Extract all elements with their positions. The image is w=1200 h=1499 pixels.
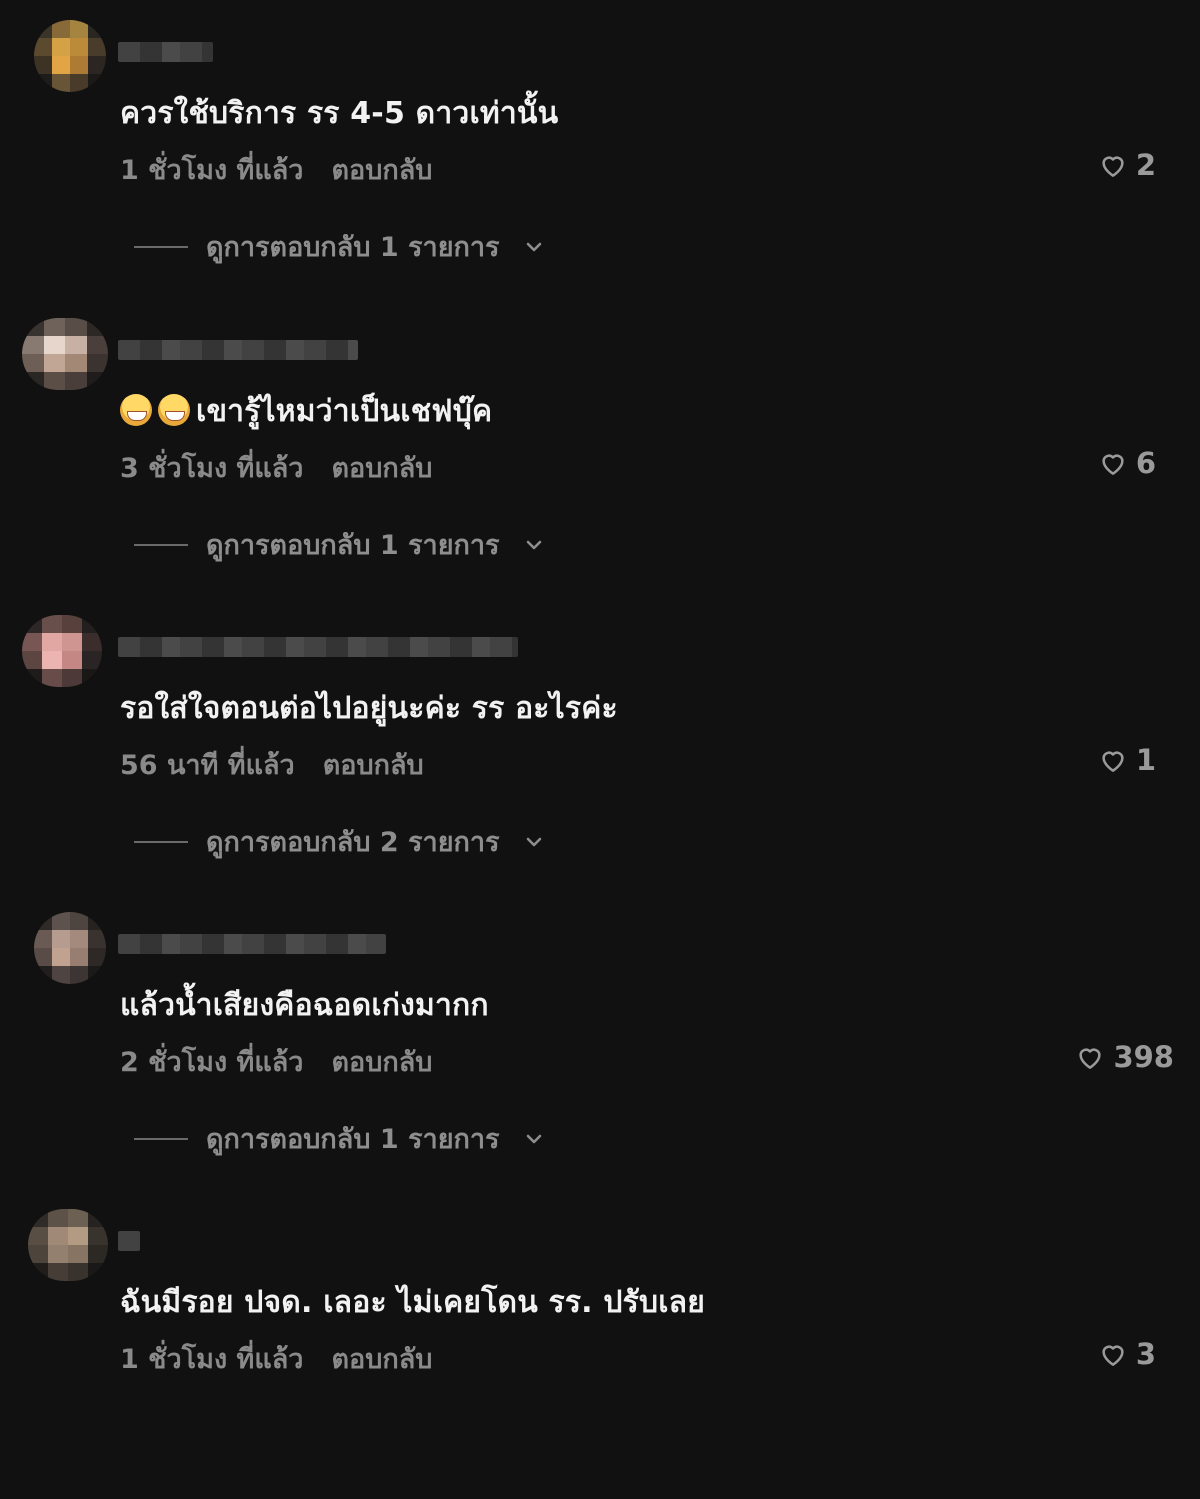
divider	[134, 543, 188, 546]
comment-time: 1 ชั่วโมง ที่แล้ว	[120, 1344, 304, 1375]
comment-text: แล้วน้ำเสียงคือฉอดเก่งมากก	[120, 988, 489, 1023]
comment-meta: 2 ชั่วโมง ที่แล้ว ตอบกลับ	[120, 1040, 432, 1083]
view-replies-label: ดูการตอบกลับ 1 รายการ	[206, 530, 500, 561]
comment-time: 3 ชั่วโมง ที่แล้ว	[120, 453, 304, 484]
comment-item: แล้วน้ำเสียงคือฉอดเก่งมากก 2 ชั่วโมง ที่…	[0, 912, 1200, 1202]
comment-meta: 56 นาที ที่แล้ว ตอบกลับ	[120, 743, 424, 786]
reply-button[interactable]: ตอบกลับ	[331, 155, 432, 186]
comment-text-body: เขารู้ไหมว่าเป็นเชฟบุ๊ค	[196, 394, 493, 429]
like-count: 398	[1113, 1040, 1174, 1074]
like-button[interactable]: 6	[1098, 446, 1156, 480]
like-button[interactable]: 3	[1098, 1337, 1156, 1371]
like-count: 1	[1135, 743, 1156, 777]
chevron-down-icon	[526, 242, 541, 251]
comment-meta: 3 ชั่วโมง ที่แล้ว ตอบกลับ	[120, 446, 432, 489]
view-replies-button[interactable]: ดูการตอบกลับ 1 รายการ	[134, 1117, 546, 1160]
avatar[interactable]	[28, 1209, 108, 1281]
heart-icon	[1102, 454, 1124, 475]
chevron-down-icon	[526, 1134, 541, 1143]
view-replies-button[interactable]: ดูการตอบกลับ 1 รายการ	[134, 225, 546, 268]
heart-icon	[1079, 1048, 1102, 1069]
username-blurred[interactable]	[118, 1231, 140, 1251]
view-replies-button[interactable]: ดูการตอบกลับ 1 รายการ	[134, 523, 546, 566]
like-count: 3	[1135, 1337, 1156, 1371]
grinning-face-icon	[120, 394, 152, 426]
comment-time: 1 ชั่วโมง ที่แล้ว	[120, 155, 304, 186]
chevron-down-icon	[526, 540, 541, 549]
like-button[interactable]: 1	[1098, 743, 1156, 777]
divider	[134, 840, 188, 843]
heart-icon	[1102, 156, 1124, 177]
divider	[134, 245, 188, 248]
view-replies-label: ดูการตอบกลับ 1 รายการ	[206, 1124, 500, 1155]
view-replies-label: ดูการตอบกลับ 2 รายการ	[206, 827, 500, 858]
comment-item: รอใส่ใจตอนต่อไปอยู่นะค่ะ รร อะไรค่ะ 56 น…	[0, 615, 1200, 905]
reply-button[interactable]: ตอบกลับ	[331, 1344, 432, 1375]
username-blurred[interactable]	[118, 42, 213, 62]
divider	[134, 1137, 188, 1140]
username-blurred[interactable]	[118, 340, 358, 360]
comment-time: 56 นาที ที่แล้ว	[120, 750, 295, 781]
view-replies-label: ดูการตอบกลับ 1 รายการ	[206, 232, 500, 263]
chevron-down-icon	[526, 837, 541, 846]
avatar[interactable]	[34, 912, 106, 984]
comment-text: เขารู้ไหมว่าเป็นเชฟบุ๊ค	[120, 388, 492, 435]
grinning-face-icon	[158, 394, 190, 426]
heart-icon	[1102, 751, 1124, 772]
like-count: 2	[1135, 148, 1156, 182]
comment-text: รอใส่ใจตอนต่อไปอยู่นะค่ะ รร อะไรค่ะ	[120, 691, 618, 726]
like-button[interactable]: 2	[1098, 148, 1156, 182]
username-blurred[interactable]	[118, 637, 518, 657]
comment-meta: 1 ชั่วโมง ที่แล้ว ตอบกลับ	[120, 148, 432, 191]
reply-button[interactable]: ตอบกลับ	[323, 750, 424, 781]
comment-item: ฉันมีรอย ปจด. เลอะ ไม่เคยโดน รร. ปรับเลย…	[0, 1209, 1200, 1499]
avatar[interactable]	[22, 615, 102, 687]
comment-text: ควรใช้บริการ รร 4-5 ดาวเท่านั้น	[120, 96, 559, 131]
avatar[interactable]	[22, 318, 108, 390]
heart-icon	[1102, 1345, 1124, 1366]
comment-meta: 1 ชั่วโมง ที่แล้ว ตอบกลับ	[120, 1337, 432, 1380]
comment-item: ควรใช้บริการ รร 4-5 ดาวเท่านั้น 1 ชั่วโม…	[0, 20, 1200, 310]
avatar[interactable]	[34, 20, 106, 92]
like-button[interactable]: 398	[1075, 1040, 1174, 1074]
comment-time: 2 ชั่วโมง ที่แล้ว	[120, 1047, 304, 1078]
reply-button[interactable]: ตอบกลับ	[331, 1047, 432, 1078]
like-count: 6	[1135, 446, 1156, 480]
reply-button[interactable]: ตอบกลับ	[331, 453, 432, 484]
view-replies-button[interactable]: ดูการตอบกลับ 2 รายการ	[134, 820, 546, 863]
username-blurred[interactable]	[118, 934, 386, 954]
comment-text: ฉันมีรอย ปจด. เลอะ ไม่เคยโดน รร. ปรับเลย	[120, 1285, 706, 1320]
comment-item: เขารู้ไหมว่าเป็นเชฟบุ๊ค 3 ชั่วโมง ที่แล้…	[0, 318, 1200, 608]
